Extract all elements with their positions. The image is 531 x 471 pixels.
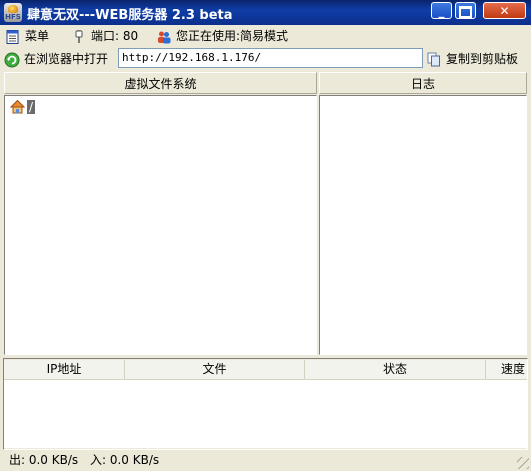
- title-bar[interactable]: HFS 肆意无双---WEB服务器 2.3 beta _ ✕: [0, 0, 531, 25]
- vfs-header[interactable]: 虚拟文件系统: [4, 72, 317, 94]
- connections-header: IP地址 文件 状态 速度: [4, 360, 527, 380]
- hfs-app-icon[interactable]: HFS: [4, 3, 22, 22]
- status-bar: 出: 0.0 KB/s 入: 0.0 KB/s: [0, 450, 531, 471]
- menu-icon: [6, 29, 19, 44]
- column-speed[interactable]: 速度: [486, 360, 527, 379]
- vfs-tree[interactable]: /: [4, 95, 317, 355]
- window-title: 肆意无双---WEB服务器 2.3 beta: [27, 8, 233, 23]
- plug-icon: [75, 29, 83, 43]
- log-header[interactable]: 日志: [319, 72, 527, 94]
- app-icon-text: HFS: [5, 13, 21, 21]
- url-field[interactable]: http://192.168.1.176/: [118, 48, 423, 68]
- maximize-button[interactable]: [455, 2, 476, 19]
- close-icon: ✕: [499, 4, 510, 18]
- copy-to-clipboard-label: 复制到剪贴板: [446, 52, 519, 66]
- status-in-speed: 入: 0.0 KB/s: [90, 453, 160, 467]
- close-button[interactable]: ✕: [483, 2, 526, 19]
- url-bar: 在浏览器中打开 http://192.168.1.176/ 复制到剪贴板: [0, 46, 531, 72]
- vfs-root-label: /: [27, 99, 36, 114]
- log-panel[interactable]: [319, 95, 527, 355]
- open-in-browser-label: 在浏览器中打开: [24, 52, 109, 66]
- clipboard-copy-icon: [427, 52, 440, 67]
- browser-refresh-icon: [4, 52, 20, 67]
- column-status[interactable]: 状态: [305, 360, 486, 379]
- vfs-root-node[interactable]: /: [10, 99, 36, 117]
- status-out-speed: 出: 0.0 KB/s: [9, 453, 79, 467]
- column-file[interactable]: 文件: [125, 360, 305, 379]
- menu-button[interactable]: 菜单: [6, 27, 50, 44]
- connections-list[interactable]: [4, 380, 527, 448]
- users-icon: [158, 31, 171, 43]
- maximize-icon: [459, 6, 472, 18]
- resize-grip-icon[interactable]: [517, 457, 529, 469]
- minimize-glyph: _: [438, 4, 445, 18]
- port-button[interactable]: 端口: 80: [72, 27, 138, 43]
- column-ip[interactable]: IP地址: [4, 360, 125, 379]
- minimize-button[interactable]: _: [431, 2, 452, 19]
- port-label: 端口: 80: [91, 29, 139, 43]
- mode-button[interactable]: 您正在使用:简易模式: [157, 27, 288, 43]
- copy-to-clipboard-button[interactable]: 复制到剪贴板: [427, 49, 518, 69]
- home-icon: [10, 99, 25, 114]
- open-in-browser-button[interactable]: 在浏览器中打开: [4, 49, 108, 69]
- mode-label: 您正在使用:简易模式: [176, 29, 289, 43]
- toolbar: 菜单 端口: 80 您正在使用:简易模式: [0, 25, 531, 46]
- menu-label: 菜单: [25, 29, 50, 43]
